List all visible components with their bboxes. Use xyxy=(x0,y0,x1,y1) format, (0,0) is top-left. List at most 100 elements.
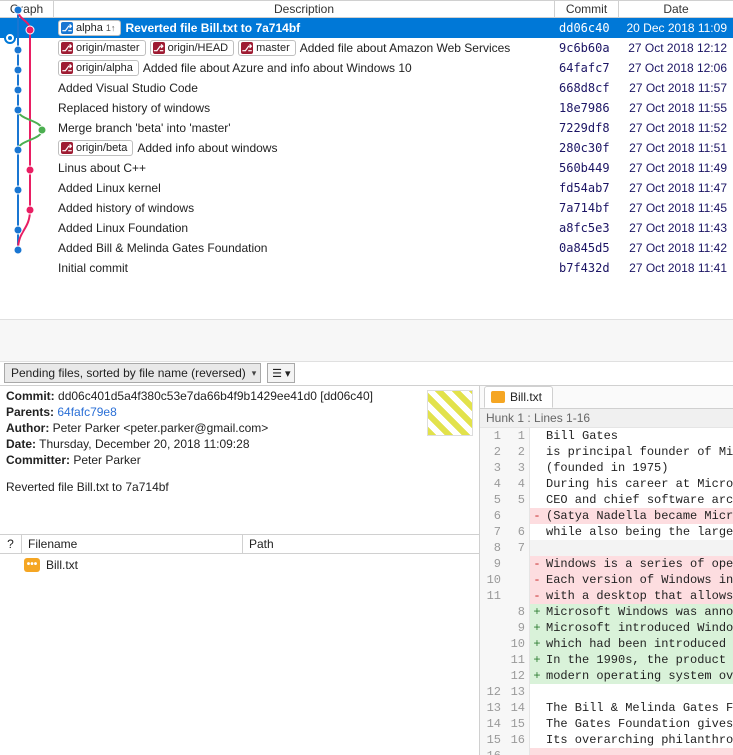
commit-message: Added file about Amazon Web Services xyxy=(300,41,511,55)
diff-line: 22 is principal founder of Microsoft xyxy=(480,444,733,460)
view-mode-button[interactable]: ☰▾ xyxy=(267,363,295,383)
branch-tag[interactable]: ⎇master xyxy=(238,40,296,56)
commit-hash: a8fc5e3 xyxy=(555,221,619,235)
meta-author-value: Peter Parker <peter.parker@gmail.com> xyxy=(53,421,269,435)
commit-date: 27 Oct 2018 12:06 xyxy=(619,61,733,75)
commit-row[interactable]: ⎇origin/betaAdded info about windows280c… xyxy=(0,138,733,158)
chevron-down-icon: ▾ xyxy=(252,368,257,379)
meta-commit-value: dd06c401d5a4f380c53e7da66b4f9b1429ee41d0… xyxy=(58,389,373,403)
commit-message: Reverted file Bill.txt to 7a714bf xyxy=(125,21,300,35)
chevron-down-icon: ▾ xyxy=(285,367,291,380)
file-col-status[interactable]: ? xyxy=(0,535,22,553)
commit-message: Replaced history of windows xyxy=(58,101,210,115)
commit-row[interactable]: Replaced history of windows18e798627 Oct… xyxy=(0,98,733,118)
commit-hash: 280c30f xyxy=(555,141,619,155)
commit-hash: 560b449 xyxy=(555,161,619,175)
commit-date: 27 Oct 2018 12:12 xyxy=(619,41,733,55)
col-desc-header[interactable]: Description xyxy=(54,1,555,17)
meta-parent-link[interactable]: 64fafc79e8 xyxy=(57,405,116,419)
diff-line: 10+which had been introduced a couple xyxy=(480,636,733,652)
file-list[interactable]: •••Bill.txt xyxy=(0,554,479,576)
file-col-name[interactable]: Filename xyxy=(22,535,243,553)
diff-line: 9-Windows is a series of operating s xyxy=(480,556,733,572)
meta-date-label: Date: xyxy=(6,437,36,451)
file-col-path[interactable]: Path xyxy=(243,535,479,553)
diff-tab-label: Bill.txt xyxy=(510,390,542,404)
branch-name: origin/master xyxy=(76,42,140,54)
branch-name: alpha xyxy=(76,22,103,34)
diff-line: 16- xyxy=(480,748,733,755)
commit-row[interactable]: Added Visual Studio Code668d8cf27 Oct 20… xyxy=(0,78,733,98)
branch-tag[interactable]: ⎇origin/beta xyxy=(58,140,133,156)
commit-row[interactable]: ⎇origin/alpha Added file about Azure and … xyxy=(0,58,733,78)
col-commit-header[interactable]: Commit xyxy=(555,1,619,17)
commit-hash: 0a845d5 xyxy=(555,241,619,255)
file-row[interactable]: •••Bill.txt xyxy=(0,554,479,576)
head-indicator-icon xyxy=(4,32,16,44)
commit-message: Added file about Azure and info about Wi… xyxy=(143,61,412,75)
commit-hash: 668d8cf xyxy=(555,81,619,95)
branch-icon: ⎇ xyxy=(61,42,73,54)
diff-line: 11 Bill Gates xyxy=(480,428,733,444)
diff-tab[interactable]: Bill.txt xyxy=(484,386,553,408)
diff-line: 76 while also being the largest indiv xyxy=(480,524,733,540)
commit-date: 27 Oct 2018 11:43 xyxy=(619,221,733,235)
sort-combo-label: Pending files, sorted by file name (reve… xyxy=(11,366,246,380)
commit-date: 27 Oct 2018 11:47 xyxy=(619,181,733,195)
col-date-header[interactable]: Date xyxy=(619,1,733,17)
file-list-header: ? Filename Path xyxy=(0,534,479,554)
commit-message: Added Linux kernel xyxy=(58,181,161,195)
horizontal-splitter[interactable] xyxy=(0,319,733,362)
commit-row[interactable]: Added Linux kernelfd54ab727 Oct 2018 11:… xyxy=(0,178,733,198)
meta-author-label: Author: xyxy=(6,421,49,435)
diff-pane: Bill.txt Hunk 1 : Lines 1-16 11 Bill Gat… xyxy=(480,386,733,755)
diff-line: 1415 The Gates Foundation gives away ap xyxy=(480,716,733,732)
diff-body[interactable]: 11 Bill Gates22 is principal founder of … xyxy=(480,428,733,755)
commit-list[interactable]: ⎇alpha1↑ Reverted file Bill.txt to 7a714b… xyxy=(0,18,733,319)
commit-hash: 7229df8 xyxy=(555,121,619,135)
commit-row[interactable]: Merge branch 'beta' into 'master'7229df8… xyxy=(0,118,733,138)
meta-date-value: Thursday, December 20, 2018 11:09:28 xyxy=(39,437,249,451)
hunk-header[interactable]: Hunk 1 : Lines 1-16 xyxy=(480,409,733,428)
commit-row[interactable]: Initial commitb7f432d27 Oct 2018 11:41 xyxy=(0,258,733,278)
branch-tag[interactable]: ⎇origin/alpha xyxy=(58,60,139,76)
sort-combo[interactable]: Pending files, sorted by file name (reve… xyxy=(4,363,261,383)
commit-message: Initial commit xyxy=(58,261,128,275)
commit-row[interactable]: Added Bill & Melinda Gates Foundation 0a8… xyxy=(0,238,733,258)
commit-row[interactable]: Added Linux Foundationa8fc5e327 Oct 2018… xyxy=(0,218,733,238)
diff-line: 87 xyxy=(480,540,733,556)
branch-name: origin/HEAD xyxy=(168,42,229,54)
commit-hash: dd06c40 xyxy=(555,21,619,35)
commit-row[interactable]: Added history of windows7a714bf27 Oct 20… xyxy=(0,198,733,218)
diff-line: 44 During his career at Microsoft, Ga xyxy=(480,476,733,492)
diff-line: 9+Microsoft introduced Windows as a xyxy=(480,620,733,636)
meta-committer-label: Committer: xyxy=(6,453,70,467)
commit-message: Added Bill & Melinda Gates Foundation xyxy=(58,241,267,255)
commit-date: 27 Oct 2018 11:52 xyxy=(619,121,733,135)
branch-icon: ⎇ xyxy=(61,22,73,34)
branch-tag[interactable]: ⎇origin/master xyxy=(58,40,146,56)
commit-row[interactable]: ⎇origin/master⎇origin/HEAD⎇masterAdded f… xyxy=(0,38,733,58)
commit-message: Added history of windows xyxy=(58,201,194,215)
branch-name: origin/beta xyxy=(76,142,127,154)
meta-commit-label: Commit: xyxy=(6,389,55,403)
commit-details-pane: Commit: dd06c401d5a4f380c53e7da66b4f9b14… xyxy=(0,386,480,755)
commits-header: Graph Description Commit Date xyxy=(0,0,733,18)
commit-date: 27 Oct 2018 11:42 xyxy=(619,241,733,255)
commit-hash: b7f432d xyxy=(555,261,619,275)
branch-tag[interactable]: ⎇alpha1↑ xyxy=(58,20,121,36)
diff-line: 8+Microsoft Windows was announced by xyxy=(480,604,733,620)
commit-date: 27 Oct 2018 11:57 xyxy=(619,81,733,95)
diff-line: 11-with a desktop that allows users t xyxy=(480,588,733,604)
branch-tag[interactable]: ⎇origin/HEAD xyxy=(150,40,235,56)
commit-row[interactable]: ⎇alpha1↑ Reverted file Bill.txt to 7a714b… xyxy=(0,18,733,38)
ahead-count: 1↑ xyxy=(106,23,116,33)
commit-date: 20 Dec 2018 11:09 xyxy=(619,21,733,35)
meta-message: Reverted file Bill.txt to 7a714bf xyxy=(6,479,473,495)
meta-parents-label: Parents: xyxy=(6,405,54,419)
branch-name: origin/alpha xyxy=(76,62,133,74)
commit-row[interactable]: Linus about C++560b44927 Oct 2018 11:49 xyxy=(0,158,733,178)
commit-hash: 64fafc7 xyxy=(555,61,619,75)
identicon xyxy=(427,390,473,436)
commit-message: Linus about C++ xyxy=(58,161,146,175)
